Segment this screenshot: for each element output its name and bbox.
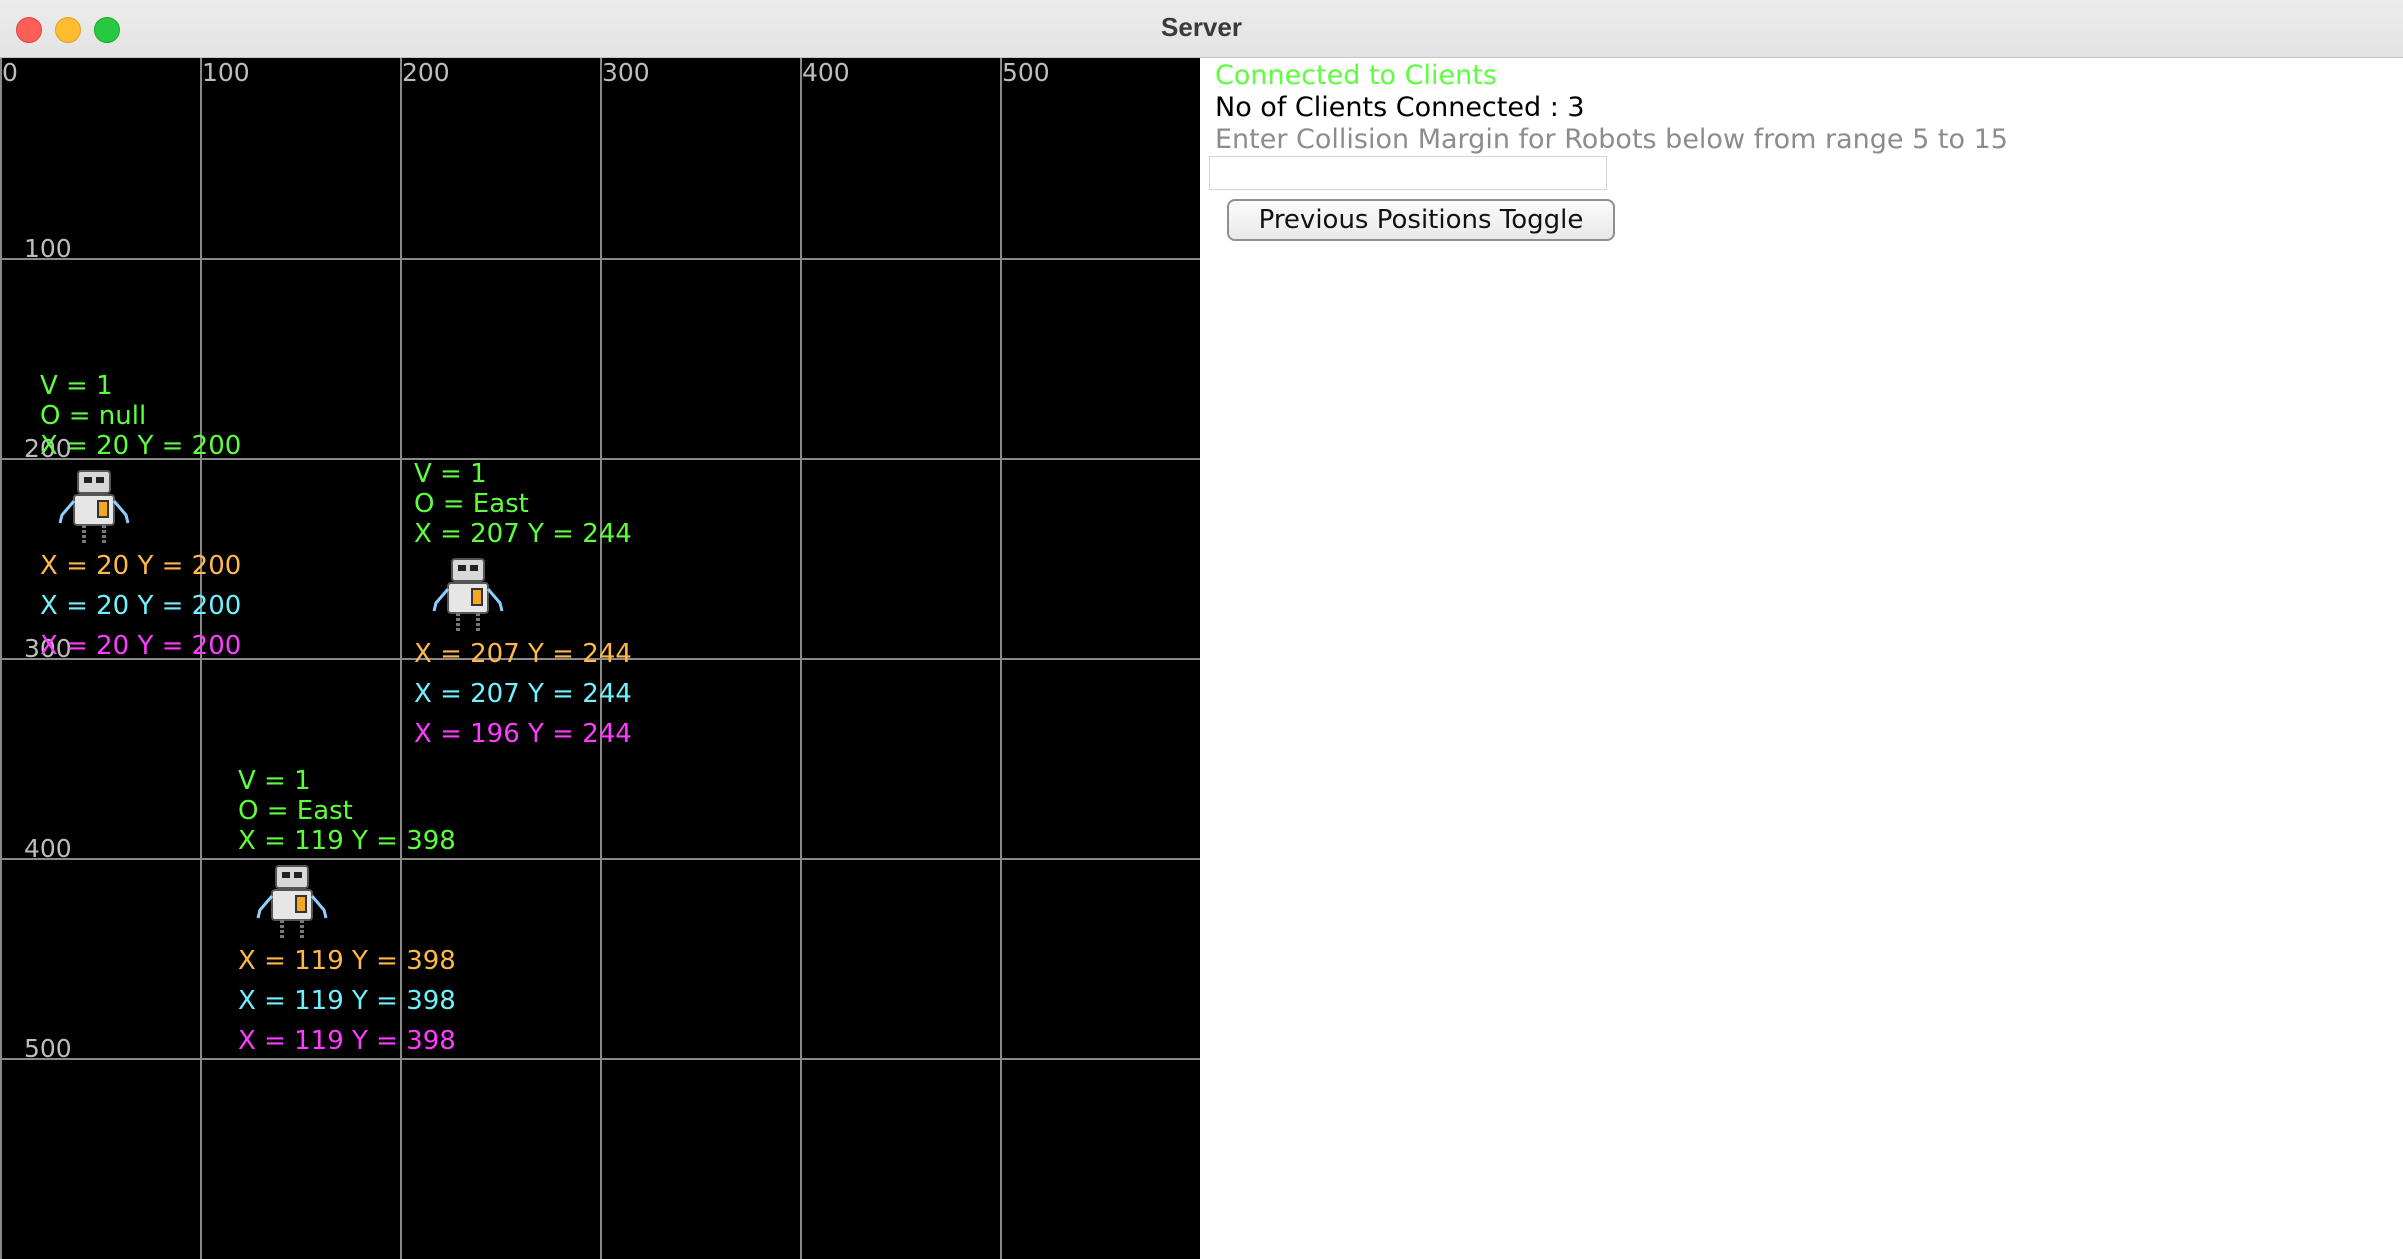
robot-2-history-3: X = 196 Y = 244 bbox=[414, 719, 632, 749]
robot-arena-canvas: 0 100 200 300 400 500 100 200 300 400 50… bbox=[0, 58, 1200, 1259]
x-tick-label: 400 bbox=[802, 58, 850, 87]
x-tick-label: 100 bbox=[202, 58, 250, 87]
robot-1-history-3: X = 20 Y = 200 bbox=[40, 631, 242, 661]
clients-connected-count: No of Clients Connected : 3 bbox=[1215, 92, 1585, 123]
robot-1-velocity: V = 1 bbox=[40, 371, 113, 401]
robot-2-icon bbox=[432, 558, 504, 631]
robot-2-history-2: X = 207 Y = 244 bbox=[414, 679, 632, 709]
window-title: Server bbox=[1161, 12, 1242, 42]
robot-1-history-2: X = 20 Y = 200 bbox=[40, 591, 242, 621]
robot-1-history-1: X = 20 Y = 200 bbox=[40, 551, 242, 581]
control-panel: Connected to Clients No of Clients Conne… bbox=[1201, 58, 2403, 1259]
robot-3-history-1: X = 119 Y = 398 bbox=[238, 946, 456, 976]
server-window: Server 0 100 200 300 400 500 100 200 300… bbox=[0, 0, 2403, 1259]
robot-3-history-3: X = 119 Y = 398 bbox=[238, 1026, 456, 1056]
robot-3-velocity: V = 1 bbox=[238, 766, 311, 796]
x-tick-label: 300 bbox=[602, 58, 650, 87]
robot-3-orientation: O = East bbox=[238, 796, 353, 826]
grid-line-horizontal bbox=[0, 1058, 1200, 1060]
robot-2-orientation: O = East bbox=[414, 489, 529, 519]
collision-margin-prompt: Enter Collision Margin for Robots below … bbox=[1215, 124, 2008, 155]
robot-2-position: X = 207 Y = 244 bbox=[414, 519, 632, 549]
connection-status: Connected to Clients bbox=[1215, 60, 1497, 91]
y-tick-label: 400 bbox=[24, 834, 72, 863]
x-tick-label: 500 bbox=[1002, 58, 1050, 87]
collision-margin-input[interactable] bbox=[1209, 156, 1607, 190]
robot-2-velocity: V = 1 bbox=[414, 459, 487, 489]
previous-positions-toggle-button[interactable]: Previous Positions Toggle bbox=[1227, 199, 1615, 241]
x-tick-label: 0 bbox=[2, 58, 18, 87]
y-tick-label: 500 bbox=[24, 1034, 72, 1063]
y-tick-label: 100 bbox=[24, 234, 72, 263]
grid-line-horizontal bbox=[0, 858, 1200, 860]
robot-2-history-1: X = 207 Y = 244 bbox=[414, 639, 632, 669]
robot-3-icon bbox=[256, 865, 328, 938]
robot-3-history-2: X = 119 Y = 398 bbox=[238, 986, 456, 1016]
robot-1-icon bbox=[58, 470, 130, 543]
robot-1-orientation: O = null bbox=[40, 401, 147, 431]
x-tick-label: 200 bbox=[402, 58, 450, 87]
grid-line-horizontal bbox=[0, 258, 1200, 260]
title-bar[interactable]: Server bbox=[0, 0, 2403, 58]
robot-3-position: X = 119 Y = 398 bbox=[238, 826, 456, 856]
robot-1-position: X = 20 Y = 200 bbox=[40, 431, 242, 461]
